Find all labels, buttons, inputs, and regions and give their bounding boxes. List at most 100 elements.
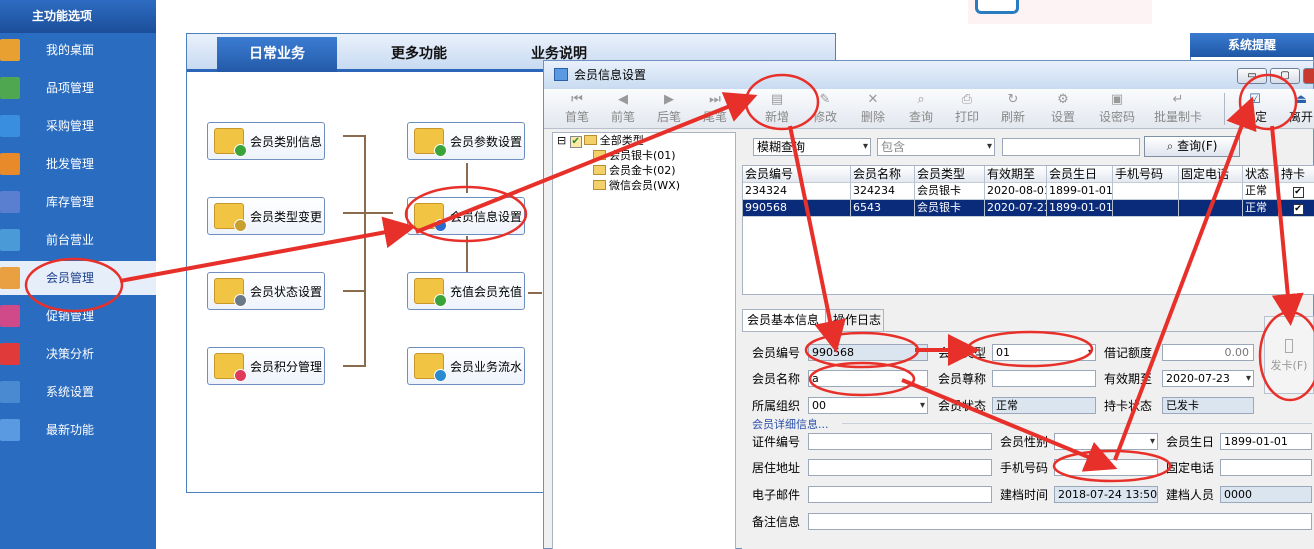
checkbox[interactable]: ✔ <box>1292 187 1304 198</box>
toolbar-button[interactable]: ☑ 确定 <box>1232 91 1278 127</box>
connector <box>528 292 542 294</box>
table-cell <box>1113 200 1179 217</box>
column-header[interactable]: 手机号码 <box>1113 166 1179 183</box>
column-header[interactable]: 会员生日 <box>1047 166 1113 183</box>
toolbar-button[interactable]: ⚙ 设置 <box>1040 91 1086 127</box>
credit-field[interactable]: 0.00 <box>1162 344 1254 361</box>
creator-label: 建档人员 <box>1166 488 1215 502</box>
sidebar-item[interactable]: 促销管理 <box>0 299 156 333</box>
id-no-field[interactable] <box>808 433 992 450</box>
tree-item[interactable]: 会员银卡(01) <box>593 149 676 163</box>
tab-more[interactable]: 更多功能 <box>391 37 447 72</box>
column-header[interactable]: 会员名称 <box>851 166 915 183</box>
sidebar-item[interactable]: 批发管理 <box>0 147 156 181</box>
toolbar-button[interactable]: ⏏ 离开 <box>1278 91 1314 127</box>
badge-icon <box>234 294 247 307</box>
sidebar-item-label: 前台营业 <box>46 233 95 247</box>
member-title-field[interactable] <box>992 370 1096 387</box>
sidebar-item[interactable]: 最新功能 <box>0 413 156 447</box>
mobile-field[interactable] <box>1054 459 1158 476</box>
column-header[interactable]: 持卡 <box>1279 166 1314 183</box>
member-no-field[interactable]: 990568 <box>808 344 928 361</box>
sidebar-item[interactable]: 品项管理 <box>0 71 156 105</box>
sidebar-item[interactable]: 我的桌面 <box>0 33 156 67</box>
column-header[interactable]: 会员类型 <box>915 166 985 183</box>
function-label: 会员信息设置 <box>450 209 523 224</box>
search-field-select[interactable]: 模糊查询 <box>753 138 871 156</box>
function-label: 会员参数设置 <box>450 134 523 149</box>
toolbar-button[interactable]: ⎙ 打印 <box>944 91 990 127</box>
tab-daily[interactable]: 日常业务 <box>217 37 337 72</box>
toolbar-button[interactable]: ✕ 删除 <box>850 91 896 127</box>
tree-collapse-icon[interactable]: ⊟ <box>557 134 566 147</box>
dialog-titlebar[interactable]: 会员信息设置 ▭ ▢ ✕ <box>544 61 1314 89</box>
column-header[interactable]: 会员编号 <box>743 166 851 183</box>
table-cell: 324234 <box>851 183 915 200</box>
member-recharge-button[interactable]: 充值会员充值 <box>407 272 525 310</box>
member-type-tree: ⊟ ✔ 全部类型 会员银卡(01) 会员金卡(02) 微信会员(WX) <box>552 132 736 549</box>
tab-basic-info[interactable]: 会员基本信息 <box>742 309 826 331</box>
connector <box>466 236 468 272</box>
member-status-button[interactable]: 会员状态设置 <box>207 272 325 310</box>
column-header[interactable]: 固定电话 <box>1179 166 1243 183</box>
connector <box>343 135 365 137</box>
issue-card-label: 发卡(F) <box>1270 359 1308 372</box>
maximize-button[interactable]: ▢ <box>1270 68 1300 84</box>
analysis-icon <box>0 343 20 365</box>
toolbar-button[interactable]: ⏭ 尾笔 <box>692 91 738 127</box>
system-tip-header[interactable]: 系统提醒 <box>1190 33 1314 57</box>
member-info-button[interactable]: 会员信息设置 <box>407 197 525 235</box>
email-field[interactable] <box>808 486 992 503</box>
query-button[interactable]: ⌕ 查询(F) <box>1144 136 1240 157</box>
minimize-button[interactable]: ▭ <box>1237 68 1267 84</box>
toolbar-button[interactable]: ⏮ 首笔 <box>554 91 600 127</box>
gender-label: 会员性别 <box>1000 435 1049 449</box>
member-points-button[interactable]: 会员积分管理 <box>207 347 325 385</box>
member-flow-button[interactable]: 会员业务流水 <box>407 347 525 385</box>
toolbar-button[interactable]: ⌕ 查询 <box>898 91 944 127</box>
issue-card-button[interactable]: 发卡(F) <box>1264 316 1314 394</box>
sidebar-item[interactable]: 采购管理 <box>0 109 156 143</box>
tree-item[interactable]: 会员金卡(02) <box>593 164 676 178</box>
toolbar-button[interactable]: ▶ 后笔 <box>646 91 692 127</box>
badge-icon <box>234 144 247 157</box>
member-category-button[interactable]: 会员类别信息 <box>207 122 325 160</box>
address-field[interactable] <box>808 459 992 476</box>
tree-item[interactable]: 微信会员(WX) <box>593 179 680 193</box>
table-cell: 990568 <box>743 200 851 217</box>
toolbar-button[interactable]: ▣ 设密码 <box>1094 91 1140 127</box>
sidebar-item[interactable]: 系统设置 <box>0 375 156 409</box>
search-input[interactable] <box>1002 138 1140 156</box>
table-row[interactable]: 234324 324234 会员银卡 2020-08-01 1899-01-01 正常 ✔ <box>743 183 1314 200</box>
sidebar-item[interactable]: 决策分析 <box>0 337 156 371</box>
sidebar-item[interactable]: 会员管理 <box>0 261 156 295</box>
sidebar-item[interactable]: 前台营业 <box>0 223 156 257</box>
search-mode-select[interactable]: 包含 <box>877 138 995 156</box>
member-type-select[interactable]: 01 <box>992 344 1096 361</box>
badge-icon <box>434 219 447 232</box>
member-name-field[interactable]: a <box>808 370 928 387</box>
tree-root[interactable]: ⊟ ✔ 全部类型 <box>557 134 644 148</box>
org-select[interactable]: 00 <box>808 397 928 414</box>
member-params-button[interactable]: 会员参数设置 <box>407 122 525 160</box>
toolbar-icon: ✕ <box>867 92 879 107</box>
column-header[interactable]: 有效期至 <box>985 166 1047 183</box>
toolbar-button[interactable]: ▤ 新增 <box>754 91 800 127</box>
member-type-change-button[interactable]: 会员类型变更 <box>207 197 325 235</box>
toolbar-button[interactable]: ↵ 批量制卡 <box>1148 91 1208 127</box>
tab-operation-log[interactable]: 操作日志 <box>828 309 884 331</box>
toolbar-button[interactable]: ◀ 前笔 <box>600 91 646 127</box>
close-button[interactable]: ✕ <box>1303 68 1314 84</box>
checkbox[interactable]: ✔ <box>1292 204 1304 215</box>
table-row[interactable]: 990568 6543 会员银卡 2020-07-23 1899-01-01 正常 ✔ <box>743 200 1314 217</box>
gender-select[interactable] <box>1054 433 1158 450</box>
phone-field[interactable] <box>1220 459 1312 476</box>
column-header[interactable]: 状态 <box>1243 166 1279 183</box>
birthday-field[interactable]: 1899-01-01 <box>1220 433 1312 450</box>
toolbar-button[interactable]: ✎ 修改 <box>802 91 848 127</box>
sidebar-item[interactable]: 库存管理 <box>0 185 156 219</box>
valid-until-field[interactable]: 2020-07-23 <box>1162 370 1254 387</box>
toolbar-button[interactable]: ↻ 刷新 <box>990 91 1036 127</box>
toolbar-label: 尾笔 <box>702 110 727 124</box>
remark-field[interactable] <box>808 513 1312 530</box>
